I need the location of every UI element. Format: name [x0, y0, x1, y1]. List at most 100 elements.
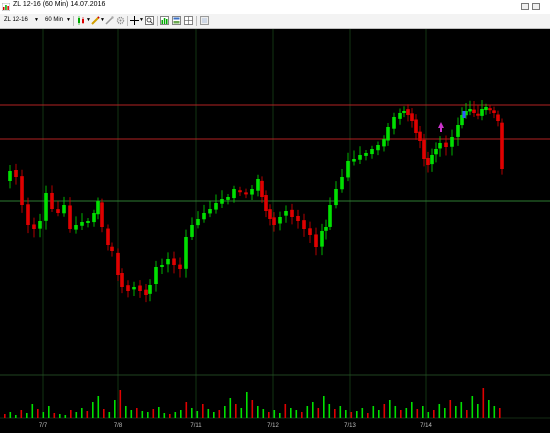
volume-bar: [273, 410, 276, 418]
volume-bar: [284, 404, 287, 418]
title-bar: ZL 12-16 (60 Min) 14.07.2016: [0, 0, 550, 15]
candle-body: [160, 265, 164, 267]
chart-template-icon[interactable]: [172, 16, 181, 25]
candle-body: [14, 170, 18, 177]
candle-body: [450, 137, 454, 147]
close-button[interactable]: [532, 3, 540, 10]
volume-bar: [37, 409, 39, 418]
candle-body: [144, 289, 148, 295]
candle-body: [38, 221, 42, 229]
volume-bar: [334, 409, 336, 418]
zoom-icon[interactable]: [145, 16, 154, 25]
volume-bar: [235, 404, 237, 418]
volume-bar: [471, 396, 474, 418]
candle-body: [376, 145, 380, 151]
volume-bar: [191, 408, 193, 418]
volume-bar: [246, 392, 248, 418]
volume-bar: [449, 400, 452, 418]
candle-body: [166, 259, 170, 265]
volume-bar: [9, 412, 12, 418]
crosshair-icon[interactable]: [130, 16, 139, 25]
symbol-selector[interactable]: ZL 12-16: [4, 17, 28, 23]
price-chart[interactable]: 7/7 7/8 7/11 7/12 7/13 7/14: [0, 29, 550, 433]
grid-window-icon[interactable]: [184, 16, 193, 25]
volume-bar: [499, 408, 501, 418]
volume-bar: [356, 411, 358, 418]
chart-canvas[interactable]: 7/7 7/8 7/11 7/12 7/13 7/14: [0, 29, 550, 433]
candle-body: [314, 234, 318, 247]
volume-bar: [405, 408, 408, 418]
candle-body: [284, 211, 288, 216]
candle-body: [214, 203, 218, 210]
candle-body: [364, 153, 368, 156]
volume-bar: [460, 402, 463, 418]
volume-bar: [229, 398, 232, 418]
chart-grid: [0, 29, 550, 433]
settings-gear-icon[interactable]: [116, 16, 125, 25]
volume-bar: [86, 411, 89, 418]
volume-bar: [180, 410, 182, 418]
candle-body: [320, 231, 324, 247]
candle-body: [120, 273, 124, 287]
candle-body: [382, 139, 386, 147]
wand-tool-icon[interactable]: [105, 16, 114, 25]
volume-bar: [81, 408, 83, 418]
volume-bar: [317, 408, 320, 418]
volume-bar: [378, 410, 380, 418]
volume-bar: [477, 404, 479, 418]
volume-bar: [240, 408, 243, 418]
candle-body: [96, 201, 100, 215]
bar-chart-icon[interactable]: [160, 16, 169, 25]
candle-body: [492, 110, 496, 113]
candle-body: [346, 161, 350, 178]
chart-window: ZL 12-16 (60 Min) 14.07.2016 ZL 12-16 ▼ …: [0, 0, 550, 433]
volume-bar: [290, 408, 292, 418]
symbol-dropdown-icon[interactable]: ▼: [34, 17, 39, 23]
volume-bar: [114, 400, 116, 418]
date-tick-label: 7/12: [267, 423, 279, 429]
window-title: ZL 12-16 (60 Min) 14.07.2016: [13, 1, 106, 8]
volume-bar: [422, 406, 424, 418]
volume-bar: [125, 406, 127, 418]
volume-bar: [279, 413, 281, 418]
candle-body: [290, 209, 294, 217]
volume-bar: [207, 409, 210, 418]
candle-body: [308, 228, 312, 235]
volume-bar: [53, 413, 56, 418]
timeframe-dropdown-icon[interactable]: ▼: [66, 17, 71, 23]
properties-icon[interactable]: [200, 16, 209, 25]
pencil-draw-icon[interactable]: [91, 16, 100, 25]
candle-body: [100, 202, 104, 227]
volume-bar: [383, 404, 386, 418]
candle-body: [260, 180, 264, 197]
candle-body: [422, 139, 426, 159]
restore-button[interactable]: [521, 3, 529, 10]
date-tick-label: 7/7: [39, 423, 48, 429]
candle-body: [56, 209, 60, 213]
candle-body: [358, 155, 362, 160]
candle-body: [196, 219, 200, 226]
volume-bar: [59, 414, 61, 418]
candle-body: [430, 155, 434, 165]
volume-bar: [493, 406, 496, 418]
candle-body: [250, 189, 254, 195]
volume-bar: [196, 411, 199, 418]
candle-body: [68, 205, 72, 229]
toolbar-separator: [157, 16, 158, 26]
timeframe-selector[interactable]: 60 Min: [45, 17, 63, 23]
candle-body: [476, 113, 480, 116]
candle-body: [500, 122, 504, 169]
volume-bar: [433, 410, 435, 418]
candle-body: [302, 220, 306, 229]
date-tick-label: 7/14: [420, 423, 432, 429]
candle-body: [8, 171, 12, 181]
volume-bar: [70, 410, 72, 418]
candle-body: [202, 213, 206, 220]
candle-body: [178, 264, 182, 269]
volume-bar: [158, 407, 160, 418]
volume-bar: [92, 402, 94, 418]
candle-body: [386, 127, 390, 141]
crosshair-dropdown-icon[interactable]: ▼: [139, 17, 144, 23]
candle-body: [26, 204, 30, 225]
candlestick-style-icon[interactable]: [77, 16, 86, 25]
